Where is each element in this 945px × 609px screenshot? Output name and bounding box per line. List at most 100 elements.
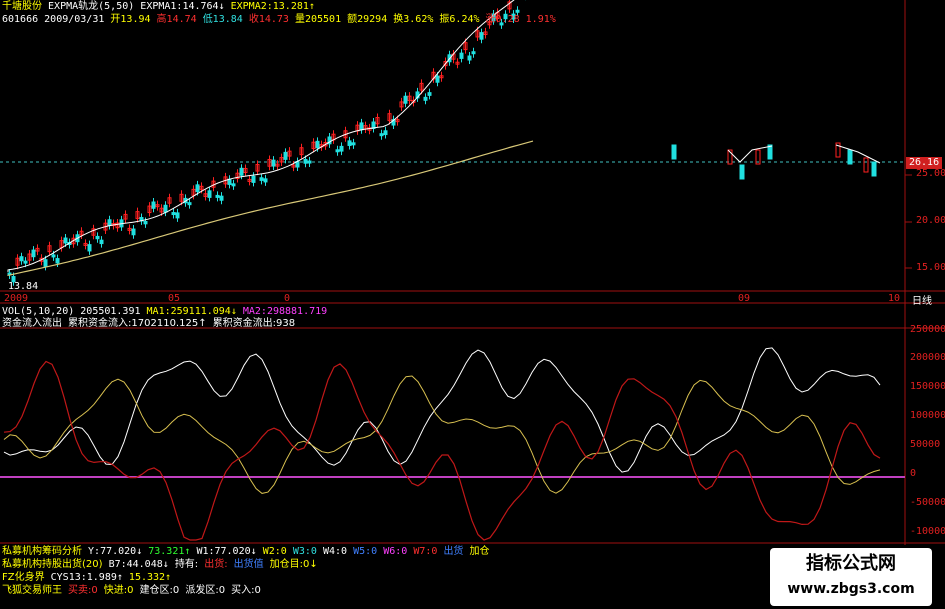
fund-indicator-name[interactable]: 资金流入流出 [2,318,62,329]
fund-line-white [3,347,881,473]
fund-tick-label: 150000 [910,381,945,392]
candle-body [351,142,356,146]
chart-title-line: 千塘股份 EXPMA轨龙(5,50) EXPMA1:14.764↓ EXPMA2… [2,0,315,13]
indicator-value: 15.332↑ [128,572,172,583]
indicator-value: 买卖:0 [68,585,98,596]
candle-body [259,177,264,181]
watermark-url: www.zbgs3.com [787,581,915,597]
candle-body [403,95,408,104]
candle-body [427,92,432,96]
indicator-value: 持有: [174,559,199,570]
indicator-value: 出货: [204,559,228,570]
stock-code: 601666 [2,14,39,25]
vol-ma1: MA1:259111.094↓ [146,306,237,317]
indicator-name[interactable]: EXPMA轨龙(5,50) [48,1,134,12]
candle-body [63,237,68,244]
indicator-value: W1:77.020↓ [196,546,257,557]
indicator-name: 私募机构持股出货(20) [2,559,103,570]
candle-body [739,164,745,180]
fund-line-yellow [3,375,881,494]
candle-body [239,167,244,176]
candle-body [251,175,256,183]
date-label-09: 09 [738,293,751,304]
candle-body [423,96,428,101]
volume-value: 量205501 [294,14,342,25]
indicator-value: 派发区:0 [185,585,226,596]
vol-indicator-name[interactable]: VOL(5,10,20) [2,306,74,317]
candle-body [459,52,464,59]
candle-body [107,219,112,226]
fund-flow-header: 资金流入流出 累积资金流入:1702110.125↑ 累积资金流出:938 [2,317,295,330]
indicator-value: 加仓目:0↓ [269,559,318,570]
fund-flow-lines [3,347,881,541]
amount-value: 额29294 [347,14,388,25]
fund-outflow: 累积资金流出:938 [212,318,296,329]
candle-body [847,149,853,165]
candle-body [863,157,869,173]
period-label[interactable]: 日线 [912,292,932,307]
indicator-row-4[interactable]: 飞狐交易师王 买卖:0 快进:0 建仓区:0 派发区:0 买入:0 [2,584,261,597]
quote-date: 2009/03/31 [44,14,105,25]
fund-tick-label: 200000 [910,352,945,363]
indicator-value: W5:0 [353,546,378,557]
indicator-row-1[interactable]: 私募机构筹码分析 Y:77.020↓ 73.321↑ W1:77.020↓ W2… [2,545,489,558]
open-price: 开13.94 [110,14,151,25]
candle-body [379,133,384,137]
candle-body [315,140,320,149]
candle-body [479,32,484,40]
date-label-10: 10 [888,293,901,304]
indicator-row-2[interactable]: 私募机构持股出货(20) B7:44.048↓ 持有: 出货: 出货值 加仓目:… [2,558,318,571]
indicator-value: 快进:0 [103,585,134,596]
candle-body [143,220,148,225]
indicator-value: W6:0 [383,546,408,557]
candle-body [215,194,220,198]
indicator-value: CYS13:1.989↑ [50,572,123,583]
fund-tick-label: 100000 [910,410,945,421]
amplitude-value: 振6.24% [439,14,480,25]
close-price: 收14.73 [248,14,289,25]
stock-name[interactable]: 千塘股份 [2,1,42,12]
fund-tick-label: -100000 [910,526,945,537]
candle-body [99,239,104,245]
chart-grid [0,0,945,545]
indicator-value: W7:0 [413,546,438,557]
candle-body [19,256,24,262]
candle-body [163,204,168,213]
indicator-row-3[interactable]: FZ化身界 CYS13:1.989↑ 15.332↑ [2,571,171,584]
ma-short-line [7,0,515,272]
candle-body [95,235,100,240]
fund-tick-label: 250000 [910,324,945,335]
low-price: 低13.84 [202,14,243,25]
candle-body [339,145,344,152]
quote-line: 601666 2009/03/31 开13.94 高14.74 低13.84 收… [2,13,556,26]
indicator-name: FZ化身界 [2,572,45,583]
indicator-value: 出货值 [233,559,264,570]
candle-body [131,228,136,236]
indicator-value: 买入:0 [231,585,261,596]
expma1-value: EXPMA1:14.764↓ [140,1,225,12]
fund-inflow: 累积资金流入:1702110.125↑ [68,318,207,329]
current-price-label: 26.16 [906,157,943,169]
candle-body [51,254,56,258]
candle-body [467,55,472,61]
candle-body [435,75,440,83]
candle-body [87,244,92,252]
expma2-value: EXPMA2:13.281↑ [230,1,315,12]
candle-body [187,202,192,206]
indicator-value: 建仓区:0 [139,585,180,596]
candle-body [263,178,268,183]
candle-body [31,249,36,258]
candle-body [271,159,276,167]
candle-body [671,144,677,160]
indicator-value: Y:77.020↓ [88,546,143,557]
date-label-05: 05 [168,293,181,304]
ma-short-line [835,144,881,164]
high-price: 高14.74 [156,14,197,25]
indicator-value: 加仓 [469,546,490,557]
indicator-value: W2:0 [262,546,287,557]
candle-body [347,140,352,146]
candle-body [471,51,476,55]
watermark-title: 指标公式网 [806,553,896,574]
candle-body [151,201,156,209]
candle-body [335,149,340,153]
